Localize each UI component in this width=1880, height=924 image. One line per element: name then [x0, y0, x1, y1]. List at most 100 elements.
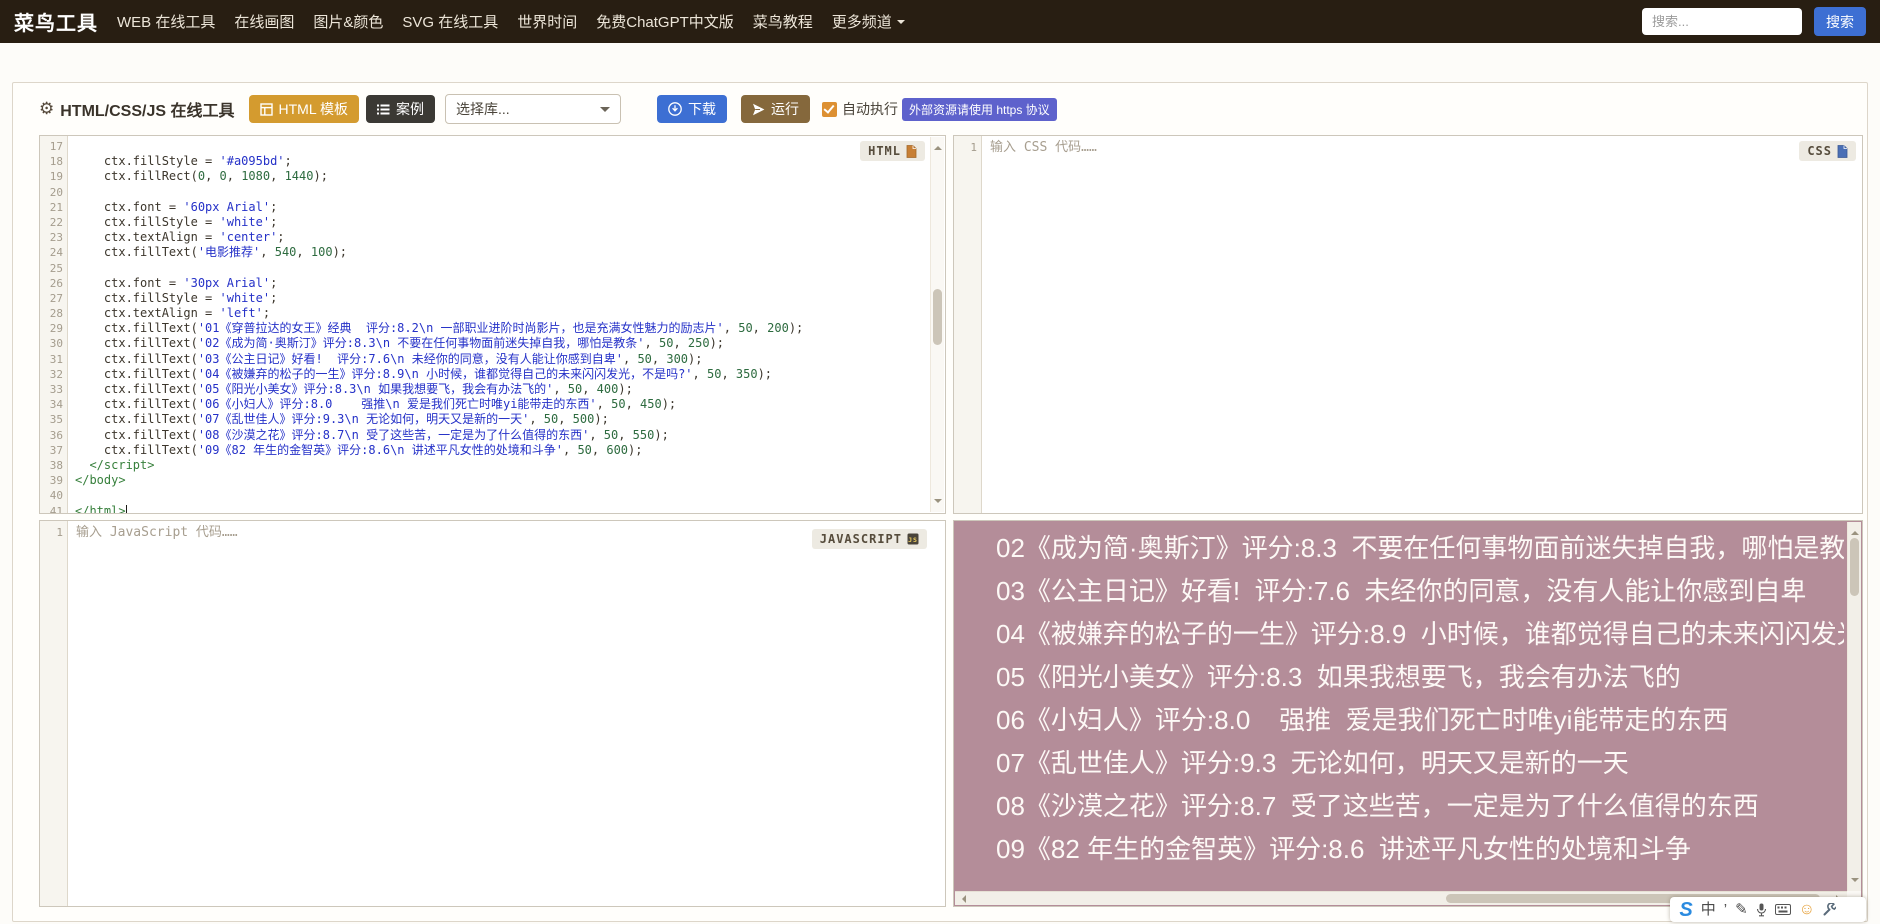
html-editor-scrollbar[interactable] [930, 137, 944, 512]
line-number: 29 [40, 321, 68, 336]
line-number: 39 [40, 473, 68, 488]
nav-item-image-color[interactable]: 图片&颜色 [313, 11, 383, 32]
microphone-icon[interactable] [1756, 903, 1767, 917]
code-line-21[interactable]: 21 ctx.font = '60px Arial'; [40, 200, 929, 215]
scrollbar-thumb[interactable] [933, 289, 942, 345]
code-line-37[interactable]: 37 ctx.fillText('09《82 年生的金智英》评分:8.6\n 讲… [40, 443, 929, 458]
css-editor-panel[interactable]: 1 输入 CSS 代码…… CSS [953, 135, 1863, 514]
code-line-36[interactable]: 36 ctx.fillText('08《沙漠之花》评分:8.7\n 受了这些苦，… [40, 428, 929, 443]
code-line-39[interactable]: 39</body> [40, 473, 929, 488]
search-input[interactable] [1642, 8, 1802, 35]
code-line-29[interactable]: 29 ctx.fillText('01《穿普拉达的女王》经典 评分:8.2\n … [40, 321, 929, 336]
search-button[interactable]: 搜索 [1814, 7, 1866, 36]
grid-menu-icon[interactable] [1844, 903, 1857, 916]
code-line-23[interactable]: 23 ctx.textAlign = 'center'; [40, 230, 929, 245]
html-template-label: HTML 模板 [279, 99, 348, 119]
chinese-mode-icon[interactable]: 中 [1701, 902, 1716, 917]
code-line-text [68, 139, 75, 154]
html-template-button[interactable]: HTML 模板 [249, 95, 359, 123]
html-file-icon [906, 145, 917, 158]
wrench-icon[interactable] [1823, 903, 1836, 916]
code-line-38[interactable]: 38 </script> [40, 458, 929, 473]
code-line-text: </script> [68, 458, 154, 473]
code-line-text: ctx.fillText('07《乱世佳人》评分:9.3\n 无论如何，明天又是… [68, 412, 609, 427]
list-icon [377, 104, 390, 115]
code-line-28[interactable]: 28 ctx.textAlign = 'left'; [40, 306, 929, 321]
code-line-text: ctx.fillText('电影推荐', 540, 100); [68, 245, 347, 260]
scroll-down-icon[interactable] [934, 499, 942, 507]
javascript-badge-label: JAVASCRIPT [820, 532, 902, 546]
code-line-35[interactable]: 35 ctx.fillText('07《乱世佳人》评分:9.3\n 无论如何，明… [40, 412, 929, 427]
tool-title-text: HTML/CSS/JS 在线工具 [60, 97, 234, 121]
scroll-up-icon[interactable] [934, 142, 942, 150]
code-line-text: ctx.fillText('02《成为简·奥斯汀》评分:8.3\n 不要在任何事… [68, 336, 724, 351]
site-logo[interactable]: 菜鸟工具 [14, 7, 98, 36]
nav-item-world-time[interactable]: 世界时间 [517, 11, 577, 32]
punctuation-icon[interactable]: ’ [1724, 902, 1727, 917]
css-badge: CSS [1799, 141, 1856, 161]
code-line-text: ctx.textAlign = 'center'; [68, 230, 285, 245]
line-number: 19 [40, 169, 68, 184]
nav-item-free-chatgpt[interactable]: 免费ChatGPT中文版 [596, 11, 734, 32]
case-button[interactable]: 案例 [366, 95, 435, 123]
library-select[interactable]: 选择库... [445, 94, 621, 124]
code-line-text [68, 488, 75, 503]
nav-item-svg-tools[interactable]: SVG 在线工具 [402, 11, 498, 32]
case-label: 案例 [396, 99, 424, 119]
line-number: 21 [40, 200, 68, 215]
html-code-area[interactable]: 1718 ctx.fillStyle = '#a095bd';19 ctx.fi… [40, 136, 929, 514]
code-line-22[interactable]: 22 ctx.fillStyle = 'white'; [40, 215, 929, 230]
js-editor-panel[interactable]: 1 输入 JavaScript 代码…… JAVASCRIPT JS [39, 520, 946, 907]
download-button[interactable]: 下载 [657, 95, 727, 123]
nav-item-online-draw[interactable]: 在线画图 [234, 11, 294, 32]
preview-vertical-scrollbar[interactable] [1847, 522, 1861, 891]
nav-item-runoob-tutorial[interactable]: 菜鸟教程 [753, 11, 813, 32]
scroll-up-icon[interactable] [1851, 527, 1859, 535]
code-line-27[interactable]: 27 ctx.fillStyle = 'white'; [40, 291, 929, 306]
pencil-icon[interactable]: ✎ [1735, 902, 1748, 917]
line-number: 20 [40, 185, 68, 200]
html-editor-panel[interactable]: 1718 ctx.fillStyle = '#a095bd';19 ctx.fi… [39, 135, 946, 514]
css-badge-label: CSS [1807, 144, 1832, 158]
autorun-toggle[interactable]: 自动执行 [822, 99, 898, 119]
code-line-25[interactable]: 25 [40, 261, 929, 276]
code-line-26[interactable]: 26 ctx.font = '30px Arial'; [40, 276, 929, 291]
line-number: 41 [40, 504, 68, 515]
checkbox-checked-icon[interactable] [822, 102, 837, 117]
preview-text-line: 02《成为简·奥斯汀》评分:8.3 不要在任何事物面前迷失掉自我，哪怕是教条 [996, 527, 1844, 570]
line-number: 36 [40, 428, 68, 443]
js-file-icon: JS [907, 533, 919, 545]
code-line-41[interactable]: 41</html> [40, 504, 929, 515]
html-badge-label: HTML [868, 144, 901, 158]
scroll-left-icon[interactable] [958, 895, 966, 903]
keyboard-icon[interactable] [1775, 904, 1791, 915]
code-line-32[interactable]: 32 ctx.fillText('04《被嫌弃的松子的一生》评分:8.9\n 小… [40, 367, 929, 382]
emoji-icon[interactable]: ☺ [1799, 902, 1815, 918]
line-number: 37 [40, 443, 68, 458]
sogou-logo-icon[interactable]: S [1679, 900, 1692, 920]
code-line-17[interactable]: 17 [40, 139, 929, 154]
code-line-text: </body> [68, 473, 126, 488]
code-line-31[interactable]: 31 ctx.fillText('03《公主日记》好看! 评分:7.6\n 未经… [40, 352, 929, 367]
code-line-33[interactable]: 33 ctx.fillText('05《阳光小美女》评分:8.3\n 如果我想要… [40, 382, 929, 397]
code-line-40[interactable]: 40 [40, 488, 929, 503]
line-number: 35 [40, 412, 68, 427]
code-line-18[interactable]: 18 ctx.fillStyle = '#a095bd'; [40, 154, 929, 169]
line-number: 26 [40, 276, 68, 291]
code-line-24[interactable]: 24 ctx.fillText('电影推荐', 540, 100); [40, 245, 929, 260]
preview-text-line: 09《82 年生的金智英》评分:8.6 讲述平凡女性的处境和斗争 [996, 828, 1844, 871]
scroll-down-icon[interactable] [1851, 878, 1859, 886]
code-line-20[interactable]: 20 [40, 185, 929, 200]
nav-item-web-tools[interactable]: WEB 在线工具 [117, 11, 215, 32]
code-line-34[interactable]: 34 ctx.fillText('06《小妇人》评分:8.0 强推\n 爱是我们… [40, 397, 929, 412]
code-line-text: ctx.fillStyle = 'white'; [68, 215, 277, 230]
code-line-30[interactable]: 30 ctx.fillText('02《成为简·奥斯汀》评分:8.3\n 不要在… [40, 336, 929, 351]
scrollbar-thumb[interactable] [1850, 538, 1859, 596]
paper-plane-icon [752, 103, 765, 116]
code-line-19[interactable]: 19 ctx.fillRect(0, 0, 1080, 1440); [40, 169, 929, 184]
line-number: 27 [40, 291, 68, 306]
js-placeholder: 输入 JavaScript 代码…… [68, 525, 238, 541]
nav-item-more-channels[interactable]: 更多频道 [832, 11, 905, 32]
top-navbar: 菜鸟工具 WEB 在线工具在线画图图片&颜色 SVG 在线工具世界时间免费Chat… [0, 0, 1880, 43]
run-button[interactable]: 运行 [741, 95, 810, 123]
